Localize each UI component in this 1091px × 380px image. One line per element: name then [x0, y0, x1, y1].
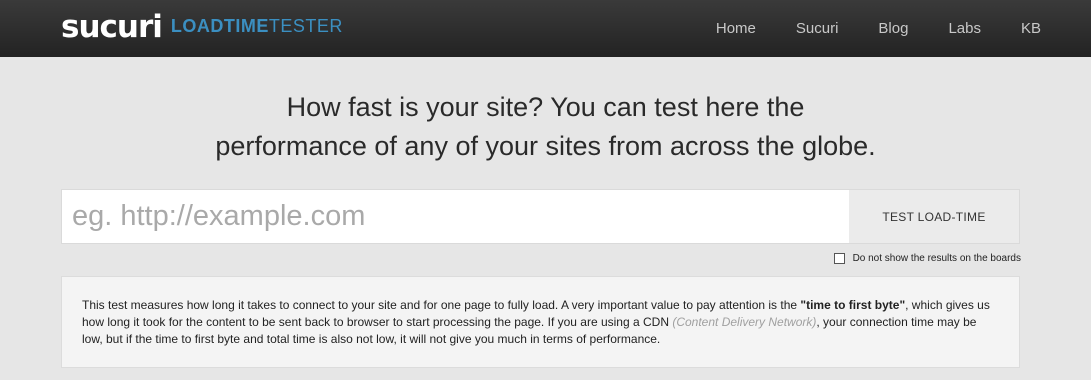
product-name-part2: TESTER	[268, 16, 343, 36]
main-nav: Home Sucuri Blog Labs KB	[676, 0, 1041, 57]
info-box: This test measures how long it takes to …	[61, 276, 1020, 368]
hide-results-option: Do not show the results on the boards	[833, 253, 1021, 264]
info-cdn-note: (Content Delivery Network)	[672, 315, 817, 329]
top-navbar: SUCURI LOADTIMETESTER Home Sucuri Blog L…	[0, 0, 1091, 57]
product-name-part1: LOADTIME	[170, 16, 269, 36]
logo-wordmark: SUCURI	[61, 9, 163, 45]
nav-sucuri[interactable]: Sucuri	[796, 20, 839, 37]
nav-blog[interactable]: Blog	[878, 20, 908, 37]
info-highlight: "time to first byte"	[800, 298, 906, 312]
nav-kb[interactable]: KB	[1021, 20, 1041, 37]
info-text-1: This test measures how long it takes to …	[82, 298, 801, 312]
test-load-time-button[interactable]: TEST LOAD-TIME	[849, 190, 1019, 243]
url-input[interactable]	[62, 190, 849, 243]
nav-labs[interactable]: Labs	[948, 20, 981, 37]
url-test-form: TEST LOAD-TIME	[61, 189, 1020, 244]
hide-results-checkbox[interactable]	[833, 253, 845, 264]
page-headline: How fast is your site? You can test here…	[0, 88, 1091, 166]
headline-line-2: performance of any of your sites from ac…	[215, 131, 876, 161]
sucuri-logo[interactable]: SUCURI LOADTIMETESTER	[61, 11, 343, 43]
nav-home[interactable]: Home	[716, 20, 756, 37]
product-name: LOADTIMETESTER	[171, 16, 343, 37]
headline-line-1: How fast is your site? You can test here…	[286, 92, 805, 122]
hide-results-label: Do not show the results on the boards	[852, 253, 1021, 264]
